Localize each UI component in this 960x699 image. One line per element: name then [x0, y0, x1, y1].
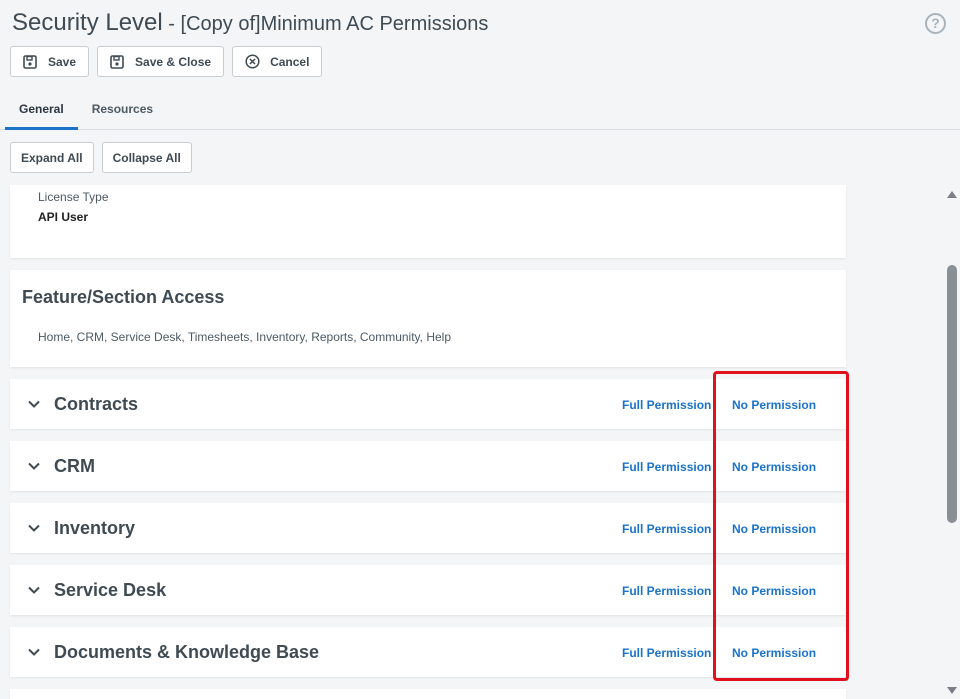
license-type-value: API User: [38, 210, 89, 224]
expand-all-button[interactable]: Expand All: [10, 142, 94, 173]
scroll-up-arrow-icon[interactable]: [947, 191, 957, 198]
section-title: Contracts: [54, 394, 139, 414]
save-button[interactable]: Save: [10, 46, 90, 77]
full-permission-link[interactable]: Full Permission: [622, 460, 711, 474]
cancel-icon: [244, 54, 260, 70]
cancel-button-label: Cancel: [270, 54, 310, 69]
section-contracts[interactable]: Contracts Full Permission No Permission: [10, 379, 846, 429]
help-icon[interactable]: ?: [925, 13, 946, 34]
chevron-down-icon[interactable]: [26, 644, 42, 660]
no-permission-link[interactable]: No Permission: [732, 398, 816, 412]
scrollbar-thumb[interactable]: [947, 265, 957, 523]
chevron-down-icon[interactable]: [26, 396, 42, 412]
section-title: Inventory: [54, 518, 136, 538]
tab-resources[interactable]: Resources: [78, 92, 167, 130]
section-title: CRM: [54, 456, 95, 476]
next-section-card: [10, 689, 846, 699]
no-permission-link[interactable]: No Permission: [732, 584, 816, 598]
full-permission-link[interactable]: Full Permission: [622, 398, 711, 412]
tab-bar: General Resources: [5, 92, 167, 130]
no-permission-link[interactable]: No Permission: [732, 460, 816, 474]
scroll-down-arrow-icon[interactable]: [947, 687, 957, 694]
page-title-subtitle: - [Copy of]Minimum AC Permissions: [162, 13, 489, 35]
chevron-down-icon[interactable]: [26, 520, 42, 536]
section-title: Documents & Knowledge Base: [54, 642, 320, 662]
no-permission-link[interactable]: No Permission: [732, 522, 816, 536]
license-type-label: License Type: [38, 190, 109, 204]
feature-access-modules: Home, CRM, Service Desk, Timesheets, Inv…: [38, 330, 452, 344]
section-service-desk[interactable]: Service Desk Full Permission No Permissi…: [10, 565, 846, 615]
save-close-button[interactable]: Save & Close: [97, 46, 225, 77]
no-permission-link[interactable]: No Permission: [732, 646, 816, 660]
chevron-down-icon[interactable]: [26, 582, 42, 598]
toolbar: Save Save & Close Cancel: [10, 46, 323, 77]
section-title: Service Desk: [54, 580, 167, 600]
save-button-label: Save: [48, 54, 77, 69]
page-header: Security Level - [Copy of]Minimum AC Per…: [0, 0, 960, 130]
page-title-main: Security Level: [12, 9, 163, 36]
section-documents-knowledge-base[interactable]: Documents & Knowledge Base Full Permissi…: [10, 627, 846, 677]
chevron-down-icon[interactable]: [26, 458, 42, 474]
cancel-button[interactable]: Cancel: [232, 46, 323, 77]
feature-access-heading: Feature/Section Access: [22, 287, 225, 307]
full-permission-link[interactable]: Full Permission: [622, 584, 711, 598]
save-icon: [109, 54, 125, 70]
page-title: Security Level - [Copy of]Minimum AC Per…: [12, 9, 488, 37]
full-permission-link[interactable]: Full Permission: [622, 522, 711, 536]
save-close-button-label: Save & Close: [135, 54, 212, 69]
license-type-card: License Type API User: [10, 185, 846, 258]
collapse-all-button[interactable]: Collapse All: [101, 142, 192, 173]
vertical-scrollbar[interactable]: [944, 185, 960, 699]
expand-collapse-bar: Expand All Collapse All: [10, 142, 192, 173]
tab-general[interactable]: General: [5, 92, 78, 130]
section-inventory[interactable]: Inventory Full Permission No Permission: [10, 503, 846, 553]
save-icon: [22, 54, 38, 70]
full-permission-link[interactable]: Full Permission: [622, 646, 711, 660]
section-crm[interactable]: CRM Full Permission No Permission: [10, 441, 846, 491]
feature-access-card: Feature/Section Access Home, CRM, Servic…: [10, 270, 846, 367]
